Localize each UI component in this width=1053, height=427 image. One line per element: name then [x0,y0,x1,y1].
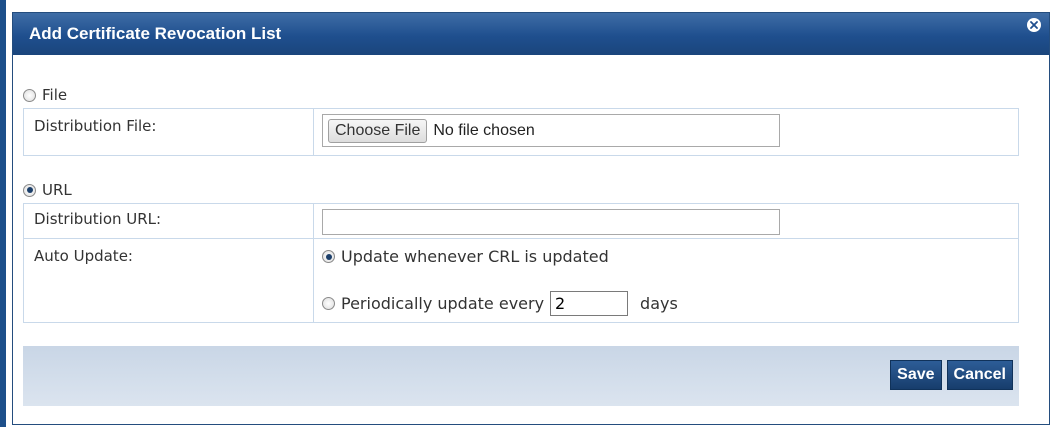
dialog-content: File Distribution File: Choose File No f… [23,82,1019,323]
on-update-label: Update whenever CRL is updated [341,247,609,266]
auto-update-cell: Update whenever CRL is updated Periodica… [313,238,1019,323]
close-icon [1030,21,1038,29]
periodic-radio[interactable] [322,297,335,310]
periodic-label: Periodically update every [341,294,545,313]
distribution-url-cell [313,203,1019,239]
distribution-file-row: Distribution File: Choose File No file c… [23,108,1019,156]
distribution-url-row: Distribution URL: [23,203,1019,239]
dialog-title: Add Certificate Revocation List [29,24,282,43]
dialog-title-bar: Add Certificate Revocation List [13,13,1049,55]
file-radio[interactable] [23,88,36,102]
save-button[interactable]: Save [890,360,942,390]
distribution-file-cell: Choose File No file chosen [313,108,1019,156]
on-update-radio[interactable] [322,250,335,263]
file-chooser[interactable]: Choose File No file chosen [322,114,780,147]
cancel-button[interactable]: Cancel [946,360,1013,390]
file-option[interactable]: File [23,82,1019,108]
file-status-text: No file chosen [433,121,535,139]
distribution-url-label: Distribution URL: [23,203,314,239]
footer-buttons: Save Cancel [890,360,1013,390]
choose-file-button[interactable]: Choose File [328,118,428,143]
url-radio-label: URL [42,181,72,199]
distribution-url-input[interactable] [322,209,780,235]
auto-update-row: Auto Update: Update whenever CRL is upda… [23,238,1019,323]
periodic-days-suffix: days [640,294,678,313]
url-radio[interactable] [23,183,36,197]
url-table: Distribution URL: Auto Update: Update wh… [23,203,1019,323]
file-radio-label: File [42,86,68,104]
distribution-file-label: Distribution File: [23,108,314,156]
periodic-days-input[interactable] [550,291,629,316]
window-left-edge [0,0,6,427]
dialog-footer: Save Cancel [23,346,1019,406]
file-table: Distribution File: Choose File No file c… [23,108,1019,156]
close-button[interactable] [1027,18,1041,32]
auto-update-option-periodic[interactable]: Periodically update every days [322,291,1018,316]
url-option[interactable]: URL [23,177,1019,203]
auto-update-label: Auto Update: [23,238,314,323]
auto-update-option-on-update[interactable]: Update whenever CRL is updated [322,247,1018,266]
